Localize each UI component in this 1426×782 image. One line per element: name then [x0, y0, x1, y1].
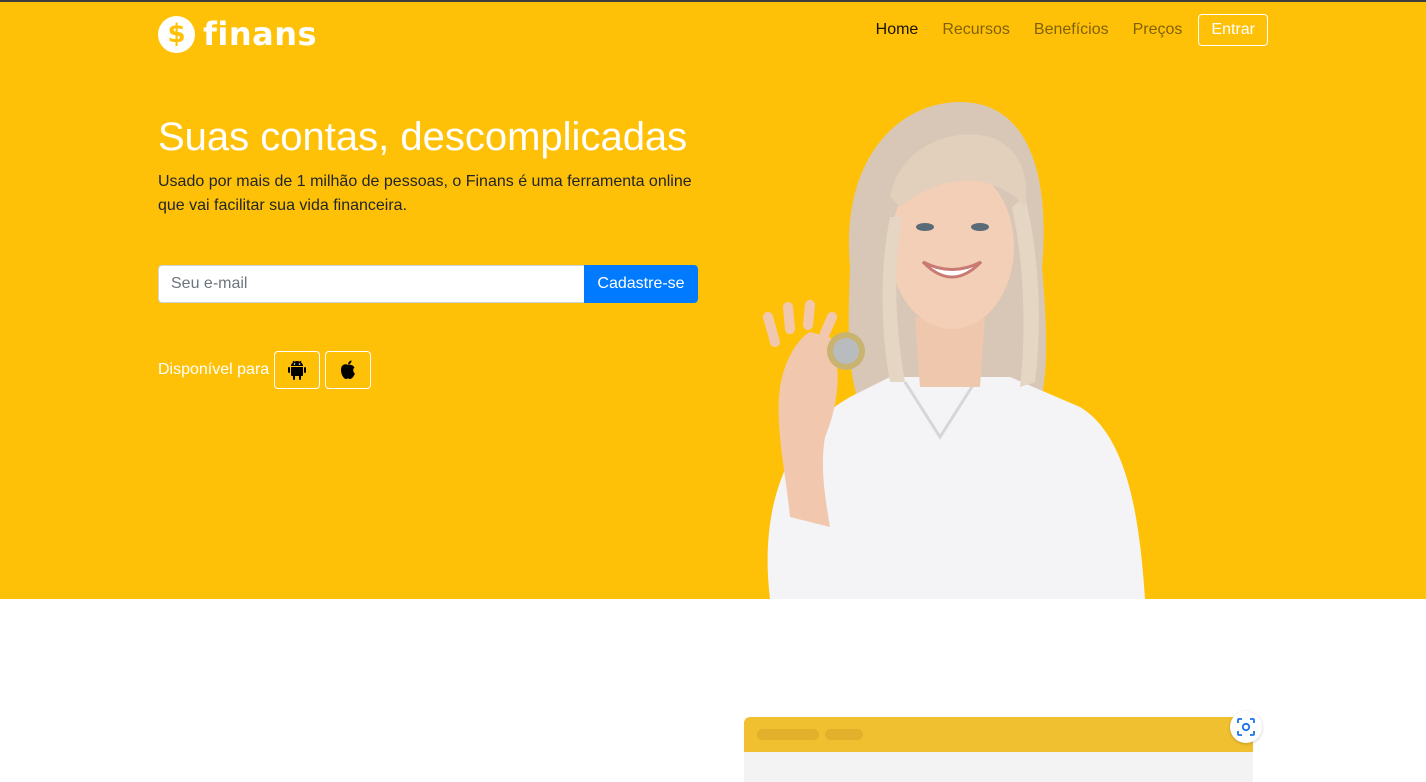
hero-lead: Usado por mais de 1 milhão de pessoas, o…	[158, 173, 692, 214]
mockup-placeholder-pill	[825, 729, 863, 740]
nav-home[interactable]: Home	[864, 13, 931, 47]
available-label: Disponível para	[158, 361, 270, 378]
android-icon	[288, 360, 307, 380]
android-button[interactable]	[274, 351, 321, 389]
email-input[interactable]	[158, 265, 584, 303]
apple-icon	[341, 360, 356, 379]
signup-button[interactable]: Cadastre-se	[584, 265, 698, 303]
signup-form: Cadastre-se	[158, 265, 698, 303]
brand-logo[interactable]: $ finans	[158, 15, 317, 53]
app-preview-mockup	[744, 717, 1253, 782]
login-button[interactable]: Entrar	[1198, 14, 1268, 46]
apple-button[interactable]	[325, 351, 372, 389]
hero-section: $ finans Home Recursos Benefícios Preços…	[0, 2, 1426, 599]
brand-name: finans	[203, 15, 318, 53]
lens-icon	[1237, 718, 1255, 736]
nav-beneficios[interactable]: Benefícios	[1022, 13, 1121, 47]
mockup-header	[744, 717, 1253, 752]
nav-precos[interactable]: Preços	[1121, 13, 1195, 47]
mockup-placeholder-pill	[757, 729, 819, 740]
available-platforms: Disponível para	[158, 351, 375, 389]
main-nav: Home Recursos Benefícios Preços Entrar	[864, 13, 1268, 47]
hero-title: Suas contas, descomplicadas	[158, 115, 688, 159]
nav-recursos[interactable]: Recursos	[930, 13, 1022, 47]
hero-woman-image	[763, 102, 1145, 599]
dollar-coin-icon: $	[158, 15, 195, 53]
visual-search-button[interactable]	[1230, 711, 1262, 743]
